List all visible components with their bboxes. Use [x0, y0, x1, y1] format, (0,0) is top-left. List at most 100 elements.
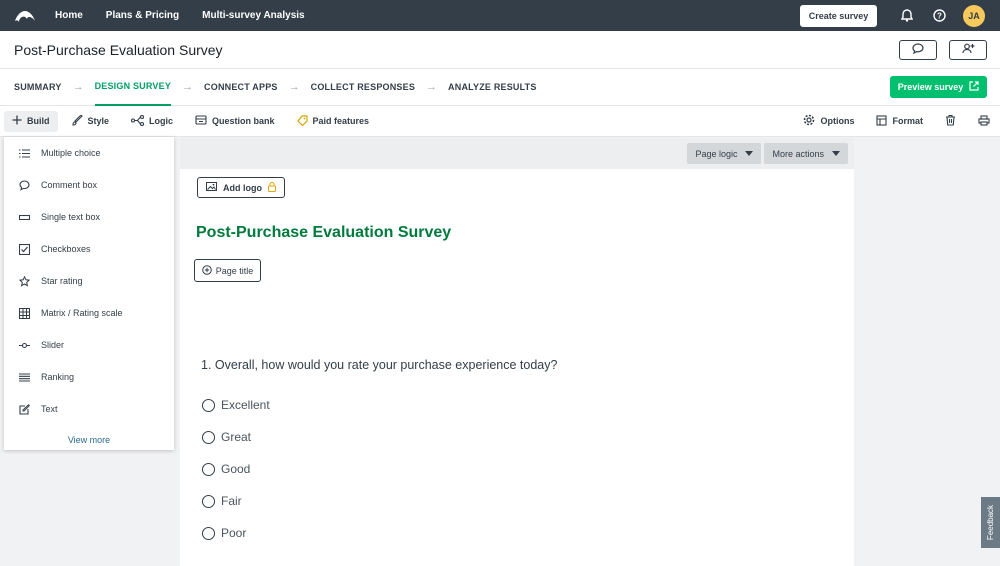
- lock-icon: [268, 181, 276, 194]
- delete-button[interactable]: [945, 114, 956, 128]
- add-logo-button[interactable]: Add logo: [197, 177, 285, 198]
- logic-tab[interactable]: Logic: [130, 114, 174, 128]
- preview-survey-button[interactable]: Preview survey: [890, 76, 987, 98]
- add-logo-label: Add logo: [223, 182, 262, 193]
- radio-button[interactable]: [202, 398, 215, 412]
- create-survey-button[interactable]: Create survey: [800, 4, 877, 27]
- logo-icon[interactable]: [13, 7, 37, 25]
- build-panel: Multiple choice Comment box Single text …: [4, 137, 174, 450]
- nav-multi-survey-analysis[interactable]: Multi-survey Analysis: [202, 10, 304, 21]
- textbox-icon: [19, 212, 30, 223]
- build-item-checkboxes[interactable]: Checkboxes: [4, 233, 174, 265]
- page-logic-label: Page logic: [695, 148, 738, 159]
- question-text[interactable]: 1. Overall, how would you rate your purc…: [201, 358, 557, 372]
- build-item-star-rating[interactable]: Star rating: [4, 265, 174, 297]
- arrow-right-icon: →: [288, 81, 300, 93]
- survey-canvas: Page logic More actions Add logo Post-Pu…: [180, 138, 854, 566]
- build-item-label: Matrix / Rating scale: [41, 308, 123, 318]
- question-bank-tab[interactable]: Question bank: [195, 115, 275, 127]
- answer-option-label: Great: [221, 430, 252, 444]
- format-label: Format: [892, 116, 923, 126]
- page-title-button[interactable]: Page title: [194, 259, 261, 282]
- style-tab[interactable]: Style: [71, 113, 110, 128]
- nav-home[interactable]: Home: [55, 10, 83, 21]
- share-user-button[interactable]: [949, 39, 987, 60]
- build-item-slider[interactable]: Slider: [4, 329, 174, 361]
- plus-icon: [12, 115, 22, 127]
- print-button[interactable]: [978, 114, 990, 128]
- question-bank-label: Question bank: [212, 116, 275, 126]
- radio-button[interactable]: [202, 430, 215, 444]
- style-label: Style: [87, 116, 110, 126]
- step-connect-apps[interactable]: CONNECT APPS: [204, 69, 278, 106]
- step-summary[interactable]: SUMMARY: [14, 69, 62, 106]
- build-item-label: Ranking: [41, 372, 75, 382]
- nav-plans-pricing[interactable]: Plans & Pricing: [106, 10, 179, 21]
- feedback-tab[interactable]: Feedback: [981, 497, 1000, 548]
- design-toolbar: Build Style Logic Question bank Paid fea…: [0, 106, 1000, 137]
- page-actions-bar: Page logic More actions: [180, 138, 854, 169]
- answer-option[interactable]: Great: [202, 430, 251, 444]
- page-logic-dropdown[interactable]: Page logic: [687, 143, 762, 164]
- step-design-survey[interactable]: DESIGN SURVEY: [94, 69, 172, 106]
- format-button[interactable]: Format: [876, 114, 923, 128]
- step-navigation: SUMMARY → DESIGN SURVEY → CONNECT APPS →…: [0, 69, 1000, 106]
- paid-features-label: Paid features: [312, 116, 370, 126]
- ranking-icon: [19, 372, 30, 383]
- answer-option[interactable]: Excellent: [202, 398, 270, 412]
- survey-title[interactable]: Post-Purchase Evaluation Survey: [14, 42, 223, 58]
- logic-label: Logic: [149, 116, 174, 126]
- avatar[interactable]: JA: [963, 4, 985, 27]
- bank-icon: [195, 115, 207, 127]
- build-item-label: Text: [41, 404, 58, 414]
- build-item-matrix-rating-scale[interactable]: Matrix / Rating scale: [4, 297, 174, 329]
- build-item-label: Checkboxes: [41, 244, 91, 254]
- step-analyze-results[interactable]: ANALYZE RESULTS: [448, 69, 537, 106]
- build-item-ranking[interactable]: Ranking: [4, 361, 174, 393]
- step-collect-responses[interactable]: COLLECT RESPONSES: [311, 69, 415, 106]
- radio-button[interactable]: [202, 526, 215, 540]
- more-actions-label: More actions: [772, 148, 824, 159]
- trash-icon: [945, 114, 956, 128]
- answer-option-label: Excellent: [221, 398, 270, 412]
- answer-option-label: Poor: [221, 526, 247, 540]
- preview-survey-label: Preview survey: [897, 82, 964, 92]
- build-item-label: Multiple choice: [41, 148, 101, 158]
- image-icon: [206, 182, 217, 193]
- caret-down-icon: [832, 151, 840, 156]
- arrow-right-icon: →: [72, 81, 84, 93]
- slider-icon: [19, 340, 30, 351]
- format-icon: [876, 114, 888, 128]
- answer-option[interactable]: Fair: [202, 494, 242, 508]
- survey-heading[interactable]: Post-Purchase Evaluation Survey: [196, 224, 451, 242]
- build-item-comment-box[interactable]: Comment box: [4, 169, 174, 201]
- build-item-single-text-box[interactable]: Single text box: [4, 201, 174, 233]
- answer-option[interactable]: Poor: [202, 526, 246, 540]
- answer-option[interactable]: Good: [202, 462, 250, 476]
- bell-icon[interactable]: [900, 9, 914, 23]
- build-item-label: Slider: [41, 340, 65, 350]
- brush-icon: [71, 113, 83, 128]
- comments-button[interactable]: [899, 39, 937, 60]
- build-item-multiple-choice[interactable]: Multiple choice: [4, 137, 174, 169]
- build-item-label: Comment box: [41, 180, 98, 190]
- speech-bubble-icon: [19, 179, 30, 191]
- svg-text:?: ?: [937, 11, 942, 20]
- star-icon: [19, 275, 30, 287]
- page-title-label: Page title: [215, 265, 254, 276]
- build-item-text[interactable]: Text: [4, 393, 174, 425]
- build-item-label: Star rating: [41, 276, 83, 286]
- view-more-link[interactable]: View more: [4, 428, 174, 452]
- radio-button[interactable]: [202, 462, 215, 476]
- build-item-label: Single text box: [41, 212, 101, 222]
- answer-option-label: Fair: [221, 494, 242, 508]
- help-icon[interactable]: ?: [932, 9, 946, 23]
- arrow-right-icon: →: [182, 81, 194, 93]
- gear-icon: [803, 114, 815, 128]
- paid-features-tab[interactable]: Paid features: [296, 114, 370, 128]
- radio-button[interactable]: [202, 494, 215, 508]
- options-button[interactable]: Options: [803, 114, 854, 128]
- build-tab[interactable]: Build: [4, 110, 58, 132]
- more-actions-dropdown[interactable]: More actions: [764, 143, 848, 164]
- external-link-icon: [969, 81, 979, 93]
